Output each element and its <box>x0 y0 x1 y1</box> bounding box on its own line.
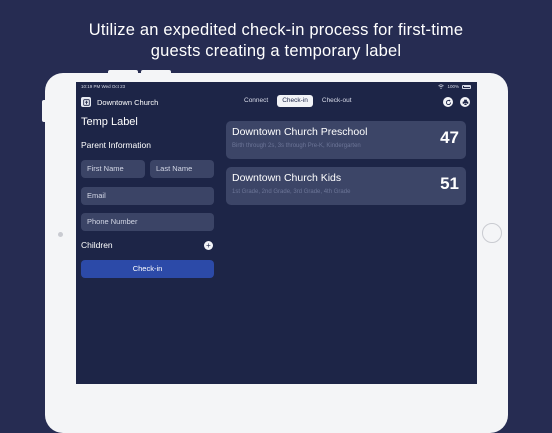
status-bar: 10:19 PM Wed Oct 23 100% <box>76 82 477 92</box>
group-count: 47 <box>440 128 459 147</box>
printer-icon[interactable] <box>460 97 470 107</box>
phone-number-field[interactable]: Phone Number <box>81 213 214 231</box>
email-field[interactable]: Email <box>81 187 214 205</box>
group-description: 1st Grade, 2nd Grade, 3rd Grade, 4th Gra… <box>232 189 351 195</box>
status-right: 100% <box>438 84 471 89</box>
group-card-preschool[interactable]: Downtown Church Preschool Birth through … <box>226 121 466 159</box>
group-name: Downtown Church Preschool <box>232 126 368 138</box>
home-button <box>482 223 502 243</box>
last-name-field[interactable]: Last Name <box>150 160 214 178</box>
battery-percent: 100% <box>447 84 459 89</box>
tab-check-in[interactable]: Check-in <box>277 95 313 107</box>
organization: Downtown Church <box>81 97 158 107</box>
group-count: 51 <box>440 174 459 193</box>
group-name: Downtown Church Kids <box>232 172 342 184</box>
check-in-button[interactable]: Check-in <box>81 260 214 278</box>
tab-connect[interactable]: Connect <box>239 95 273 107</box>
front-camera <box>58 232 63 237</box>
form-title: Temp Label <box>81 116 138 128</box>
headline-line-1: Utilize an expedited check-in process fo… <box>88 21 464 39</box>
organization-name: Downtown Church <box>97 97 159 107</box>
refresh-icon[interactable] <box>443 97 453 107</box>
app-screen: 10:19 PM Wed Oct 23 100% Downtown Church… <box>76 82 477 384</box>
tab-check-out[interactable]: Check-out <box>317 95 357 107</box>
mode-segmented-control: Connect Check-in Check-out <box>239 95 357 107</box>
church-logo-icon <box>81 97 91 107</box>
wifi-icon <box>438 84 445 89</box>
battery-icon <box>462 84 471 89</box>
status-time: 10:19 PM Wed Oct 23 <box>81 84 126 89</box>
add-child-button[interactable]: + <box>204 241 213 250</box>
parent-information-heading: Parent Information <box>81 140 151 150</box>
headline: Utilize an expedited check-in process fo… <box>0 20 552 62</box>
group-description: Birth through 2s, 3s through Pre-K, Kind… <box>232 143 361 149</box>
group-card-kids[interactable]: Downtown Church Kids 1st Grade, 2nd Grad… <box>226 167 466 205</box>
first-name-field[interactable]: First Name <box>81 160 145 178</box>
children-heading: Children <box>81 240 113 250</box>
headline-line-2: guests creating a temporary label <box>150 42 402 60</box>
